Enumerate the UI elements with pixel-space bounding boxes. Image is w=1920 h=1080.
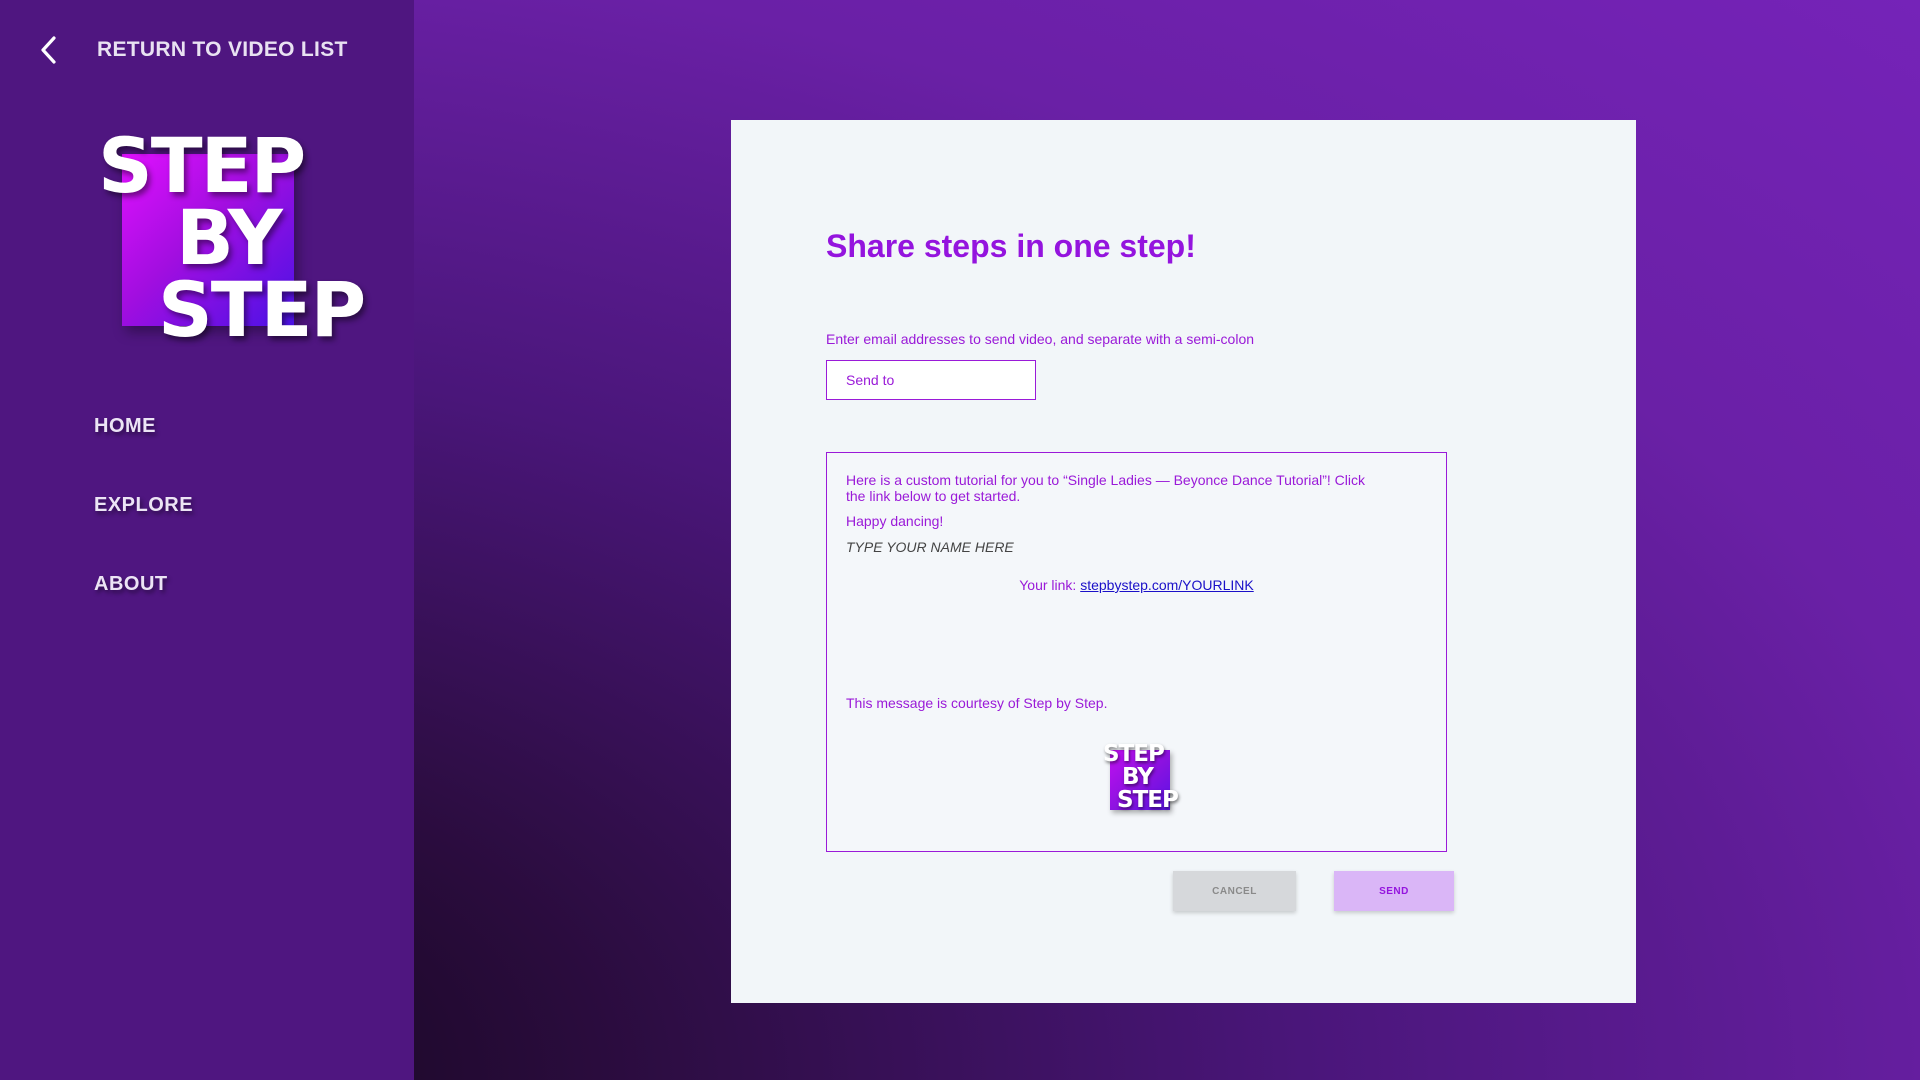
message-logo-word-step: STEP bbox=[1103, 741, 1165, 767]
link-row: Your link: stepbystep.com/YOURLINK bbox=[827, 577, 1446, 593]
message-happy-dancing: Happy dancing! bbox=[846, 513, 944, 529]
nav-explore[interactable]: EXPLORE bbox=[94, 494, 193, 517]
message-editor[interactable]: Here is a custom tutorial for you to “Si… bbox=[826, 452, 1447, 852]
message-logo-word-step-2: STEP bbox=[1117, 787, 1179, 813]
message-intro: Here is a custom tutorial for you to “Si… bbox=[846, 472, 1366, 504]
link-prefix: Your link: bbox=[1019, 577, 1081, 593]
sidebar: RETURN TO VIDEO LIST STEP BY STEP HOME E… bbox=[0, 0, 414, 1080]
chevron-left-icon[interactable] bbox=[36, 33, 62, 67]
send-to-input[interactable] bbox=[826, 360, 1036, 400]
nav-about[interactable]: ABOUT bbox=[94, 573, 168, 596]
name-placeholder[interactable]: TYPE YOUR NAME HERE bbox=[846, 539, 1014, 555]
cancel-button[interactable]: CANCEL bbox=[1173, 871, 1296, 911]
step-by-step-logo: STEP BY STEP bbox=[96, 128, 366, 358]
email-instruction: Enter email addresses to send video, and… bbox=[826, 331, 1255, 347]
message-courtesy: This message is courtesy of Step by Step… bbox=[846, 695, 1108, 711]
return-label[interactable]: RETURN TO VIDEO LIST bbox=[97, 38, 348, 62]
logo-word-step-2: STEP bbox=[158, 265, 366, 354]
return-to-video-list-link[interactable]: RETURN TO VIDEO LIST bbox=[36, 30, 348, 70]
message-logo-word-by: BY bbox=[1122, 764, 1154, 790]
send-button[interactable]: SEND bbox=[1334, 871, 1454, 911]
dialog-title: Share steps in one step! bbox=[826, 228, 1196, 264]
message-logo: STEP BY STEP bbox=[1103, 743, 1183, 818]
share-dialog: Share steps in one step! Enter email add… bbox=[731, 120, 1636, 1003]
nav-home[interactable]: HOME bbox=[94, 415, 156, 438]
tutorial-link[interactable]: stepbystep.com/YOURLINK bbox=[1080, 577, 1254, 593]
